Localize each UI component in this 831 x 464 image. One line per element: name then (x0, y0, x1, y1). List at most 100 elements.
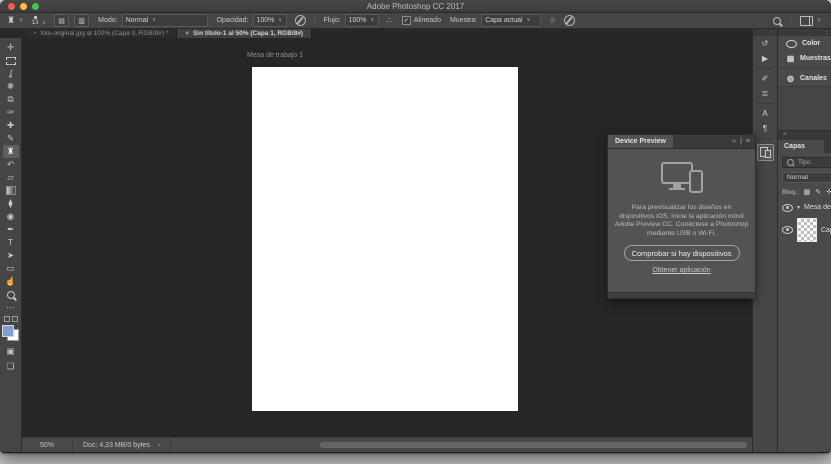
device-preview-panel-button[interactable] (756, 144, 774, 161)
lock-transparency-icon[interactable]: ▦ (804, 188, 811, 196)
history-brush-tool[interactable]: ↶ (3, 158, 19, 171)
close-icon[interactable]: × (33, 31, 37, 37)
dodge-tool[interactable]: ◉ (3, 210, 19, 223)
swatches-panel-button[interactable]: ▦ Muestras (778, 51, 831, 66)
zoom-tool[interactable] (3, 288, 19, 301)
paragraph-icon: ¶ (762, 124, 768, 133)
flow-select[interactable]: 100% ∨ (344, 14, 379, 27)
collapse-panel-icon[interactable]: » (732, 138, 736, 145)
tab-sin-titulo[interactable]: × Sin título-1 al 50% (Capa 1, RGB/8#) (177, 29, 313, 38)
layer-thumbnail[interactable] (797, 218, 817, 242)
type-tool[interactable]: T (3, 236, 19, 249)
rail-header[interactable]: ∷ (753, 29, 777, 36)
doc-info-text: Doc: 4,33 MB/0 bytes (83, 441, 150, 449)
panel-column-header[interactable]: ∷ (778, 29, 831, 36)
edit-toolbar-button[interactable]: ⋯ (3, 301, 19, 314)
close-icon[interactable]: × (783, 132, 787, 138)
chevron-down-icon: ∨ (278, 17, 283, 23)
crop-tool[interactable]: ⧉ (3, 93, 19, 106)
flow-value: 100% (348, 17, 367, 24)
chevron-right-icon[interactable]: › (158, 442, 160, 449)
quick-mask-button[interactable]: ▣ (3, 345, 19, 358)
minimize-window-button[interactable] (20, 3, 27, 10)
checkbox-check-icon: ✓ (401, 16, 411, 25)
eyedropper-tool[interactable]: ✑ (3, 106, 19, 119)
pen-tool[interactable]: ✒ (3, 223, 19, 236)
history-panel-button[interactable]: ↺ (753, 36, 777, 51)
screen-mode-button[interactable]: ❏ (3, 360, 19, 373)
panel-menu-icon[interactable]: ≡ (746, 138, 750, 145)
check-devices-button[interactable]: Comprobar si hay dispositivos (623, 245, 740, 261)
get-app-link[interactable]: Obtener aplicación (652, 267, 710, 274)
chevron-down-icon[interactable]: ▾ (797, 204, 800, 211)
blend-mode-select[interactable]: Normal ∨ (121, 14, 208, 27)
lock-paint-icon[interactable]: ✎ (815, 188, 821, 196)
brush-tool[interactable]: ✎ (3, 132, 19, 145)
move-tool[interactable]: ✛ (3, 41, 19, 54)
lasso-tool[interactable]: ʆ (3, 67, 19, 80)
tab-foto-original[interactable]: × foto-original.jpg al 100% (Capa 0, RGB… (25, 29, 178, 38)
airbrush-icon[interactable]: ∴ (387, 16, 392, 25)
sample-select[interactable]: Capa actual ∨ (481, 14, 542, 27)
horizontal-scrollbar[interactable] (171, 438, 752, 452)
paragraph-panel-button[interactable]: ¶ (753, 121, 777, 136)
artboard-label[interactable]: Mesa de trabajo 1 (247, 52, 303, 59)
divider (778, 68, 831, 69)
channels-panel-button[interactable]: ◍ Canales (778, 71, 831, 86)
eraser-tool[interactable]: ▱ (3, 171, 19, 184)
brush-panel-button[interactable]: ✐ (753, 71, 777, 86)
visibility-eye-icon[interactable] (782, 203, 793, 212)
artboard[interactable] (252, 67, 518, 411)
brush-preset-picker[interactable]: 13 ∨ (32, 15, 46, 26)
toggle-brush-panel-button[interactable]: ▤ (54, 14, 70, 27)
device-preview-description: Para previsualizar los diseños en dispos… (614, 204, 749, 237)
hand-tool[interactable]: ☝ (3, 275, 19, 288)
color-panel-button[interactable]: Color (778, 36, 831, 51)
device-preview-header[interactable]: Device Preview » | ≡ (608, 135, 755, 149)
layer-filter-input[interactable]: Tipo (782, 157, 831, 168)
lock-move-icon[interactable]: ✛ (826, 188, 831, 196)
clone-stamp-tool[interactable]: ♜ (2, 145, 19, 158)
tool-preset-picker[interactable]: ♜ ∨ (7, 15, 23, 26)
toggle-clone-source-button[interactable]: ▥ (74, 14, 90, 27)
swatches-panel-label: Muestras (800, 55, 831, 62)
search-icon[interactable] (773, 16, 782, 25)
close-window-button[interactable] (8, 3, 15, 10)
scrollbar-thumb[interactable] (320, 442, 748, 448)
zoom-level-field[interactable]: 50% (22, 442, 72, 449)
alineado-checkbox[interactable]: ✓ Alineado (401, 16, 441, 25)
zoom-window-button[interactable] (32, 3, 39, 10)
pressure-opacity-icon[interactable] (294, 15, 306, 26)
blur-tool[interactable]: ⧫ (3, 197, 19, 210)
shape-tool[interactable]: ▭ (3, 262, 19, 275)
brush-presets-button[interactable]: ≣ (753, 86, 777, 101)
marquee-tool[interactable] (3, 54, 19, 67)
visibility-eye-icon[interactable] (782, 226, 793, 234)
title-bar[interactable]: Adobe Photoshop CC 2017 (0, 0, 831, 13)
brush-tip-icon (33, 15, 37, 19)
swap-colors-icon[interactable] (3, 316, 18, 322)
layer-row-artboard[interactable]: ▾ Mesa de trabajo 1 (782, 201, 831, 214)
quick-selection-tool[interactable]: ❋ (3, 80, 19, 93)
layer-row-capa1[interactable]: Capa 1 (782, 217, 831, 243)
device-preview-tab[interactable]: Device Preview (608, 135, 673, 148)
color-swatches[interactable] (2, 325, 19, 341)
layer-blend-mode-select[interactable]: Normal ∨ (782, 172, 831, 183)
close-icon[interactable]: × (185, 31, 189, 37)
doc-info-field[interactable]: Doc: 4,33 MB/0 bytes › (73, 442, 170, 449)
path-selection-tool[interactable]: ➤ (3, 249, 19, 262)
muestra-label: Muestra: (449, 17, 478, 24)
play-icon: ▶ (761, 54, 769, 63)
workspace-switcher[interactable]: ∨ (800, 15, 821, 26)
status-bar: 50% Doc: 4,33 MB/0 bytes › (22, 437, 752, 452)
gradient-tool[interactable] (3, 184, 19, 197)
opacity-select[interactable]: 100% ∨ (252, 14, 287, 27)
chevron-down-icon: ∨ (526, 17, 531, 23)
layers-tab[interactable]: Capas (778, 140, 824, 153)
pressure-size-icon[interactable] (563, 15, 575, 26)
healing-brush-tool[interactable]: ✚ (3, 119, 19, 132)
actions-panel-button[interactable]: ▶ (753, 51, 777, 66)
foreground-color-swatch[interactable] (2, 325, 14, 337)
tab-label: foto-original.jpg al 100% (Capa 0, RGB/8… (40, 30, 169, 37)
character-panel-button[interactable]: A (753, 106, 777, 121)
